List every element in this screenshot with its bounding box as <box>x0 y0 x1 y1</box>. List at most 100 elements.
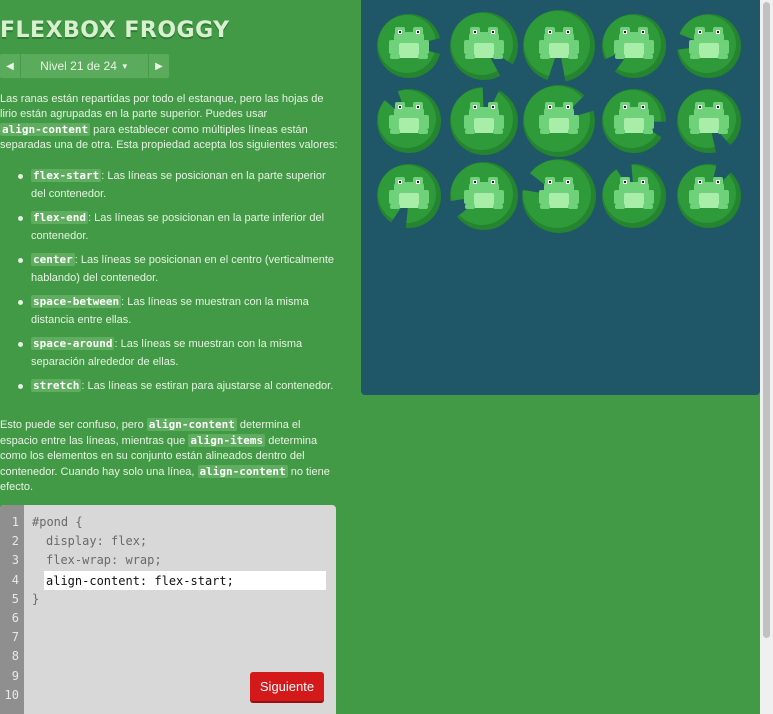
frog-pupil <box>642 181 644 183</box>
frog-belly <box>699 43 719 58</box>
frog-pupil <box>492 31 494 33</box>
frog-pupil <box>549 181 551 183</box>
frog-belly <box>549 193 569 208</box>
frog-pupil <box>399 31 401 33</box>
lilypad-with-frog <box>523 85 596 157</box>
frog-belly <box>624 43 644 58</box>
scrollbar[interactable] <box>760 0 773 714</box>
lilypad-with-frog <box>523 10 595 84</box>
pond <box>361 0 760 395</box>
frog-belly <box>399 193 419 208</box>
level-label: Nivel 21 de 24 <box>40 59 117 73</box>
frog-pupil <box>549 106 551 108</box>
triangle-left-icon: ◀ <box>6 60 14 72</box>
frog-foot <box>690 204 700 209</box>
frog-foot <box>643 204 653 209</box>
lilypad-with-frog <box>677 162 741 228</box>
frog-belly <box>399 118 419 133</box>
frog-pupil <box>642 31 644 33</box>
code-term: align-items <box>188 434 266 447</box>
values-list: flex-start: Las líneas se posicionan en … <box>0 167 338 395</box>
frog-pupil <box>417 106 419 108</box>
frog-pupil <box>474 181 476 183</box>
frog-pupil <box>474 106 476 108</box>
frog-belly <box>699 118 719 133</box>
frog-pupil <box>699 106 701 108</box>
lilypad-with-frog <box>448 162 518 230</box>
frog-pupil <box>624 31 626 33</box>
value-description: : Las líneas se estiran para ajustarse a… <box>81 380 334 392</box>
frog-foot <box>615 129 625 134</box>
frog-pupil <box>717 181 719 183</box>
frog-foot <box>465 129 475 134</box>
frog-foot <box>718 54 728 59</box>
value-code: space-around <box>31 337 115 350</box>
frog-foot <box>493 54 503 59</box>
intro-paragraph: Las ranas están repartidas por todo el e… <box>0 92 338 153</box>
frog-pupil <box>474 31 476 33</box>
lilypad-with-frog <box>450 85 518 155</box>
lilypad-with-frog <box>602 14 666 78</box>
code-term: align-content <box>0 123 91 136</box>
text-run: Esto puede ser confuso, pero <box>0 419 147 431</box>
frog-belly <box>399 43 419 58</box>
closing-brace: } <box>32 591 40 606</box>
frog-foot <box>493 129 503 134</box>
line-number: 1 <box>11 515 19 529</box>
instructions-text: Las ranas están repartidas por todo el e… <box>0 92 338 401</box>
lilypad-with-frog <box>377 164 441 230</box>
lilypad-with-frog <box>450 12 518 80</box>
next-button[interactable]: Siguiente <box>250 672 324 701</box>
frog-foot <box>690 129 700 134</box>
frog-belly <box>474 43 494 58</box>
frog-pupil <box>642 106 644 108</box>
frog-foot <box>418 129 428 134</box>
frog-foot <box>718 129 728 134</box>
scrollbar-thumb[interactable] <box>763 2 770 638</box>
frog-foot <box>540 204 550 209</box>
line-number: 4 <box>11 572 19 587</box>
outro-paragraph: Esto puede ser confuso, pero align-conte… <box>0 417 338 495</box>
frog-foot <box>390 129 400 134</box>
line-number-gutter: 1 2 3 4 5 6 7 8 9 10 <box>0 505 24 714</box>
value-item: space-around: Las líneas se muestran con… <box>18 335 338 371</box>
line-number: 3 <box>11 553 19 568</box>
frog-pupil <box>624 181 626 183</box>
frog-foot <box>690 54 700 59</box>
lilypad-with-frog <box>677 89 741 155</box>
line-number: 5 <box>11 591 19 606</box>
line-number: 10 <box>4 687 19 702</box>
frog-pupil <box>492 181 494 183</box>
frog-foot <box>418 54 428 59</box>
frog-foot <box>418 204 428 209</box>
code-line: flex-wrap: wrap; <box>46 553 162 568</box>
frog-belly <box>624 193 644 208</box>
value-code: stretch <box>31 379 82 392</box>
frog-pupil <box>567 31 569 33</box>
frog-foot <box>568 204 578 209</box>
frog-pupil <box>717 106 719 108</box>
prev-level-button[interactable]: ◀ <box>0 54 21 78</box>
frog-pupil <box>717 31 719 33</box>
frog-belly <box>474 193 494 208</box>
code-term: align-content <box>146 418 237 431</box>
lilypad-with-frog <box>602 89 668 153</box>
css-input[interactable] <box>44 571 326 590</box>
frog-belly <box>624 118 644 133</box>
frog-foot <box>540 129 550 134</box>
text-run: Las ranas están repartidas por todo el e… <box>0 93 324 120</box>
value-code: center <box>31 253 75 266</box>
code-term: align-content <box>197 465 288 478</box>
line-number: 2 <box>11 534 19 549</box>
line-number: 9 <box>11 668 19 683</box>
level-indicator[interactable]: Nivel 21 de 24 ▼ <box>21 54 148 78</box>
value-item: stretch: Las líneas se estiran para ajus… <box>18 377 338 395</box>
pond-canvas <box>377 10 741 233</box>
value-item: flex-end: Las líneas se posicionan en la… <box>18 209 338 245</box>
next-level-button[interactable]: ▶ <box>148 54 169 78</box>
frog-pupil <box>699 31 701 33</box>
value-item: flex-start: Las líneas se posicionan en … <box>18 167 338 203</box>
frog-foot <box>643 54 653 59</box>
frog-foot <box>615 54 625 59</box>
lilypad-with-frog <box>377 14 442 78</box>
